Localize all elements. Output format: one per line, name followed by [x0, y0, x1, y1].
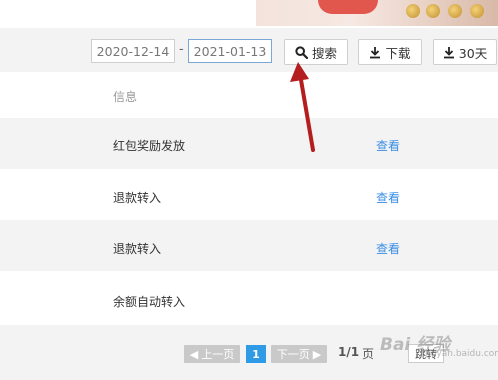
watermark-url: jingyan.baidu.com [420, 349, 498, 359]
annotation-arrow [290, 62, 315, 152]
